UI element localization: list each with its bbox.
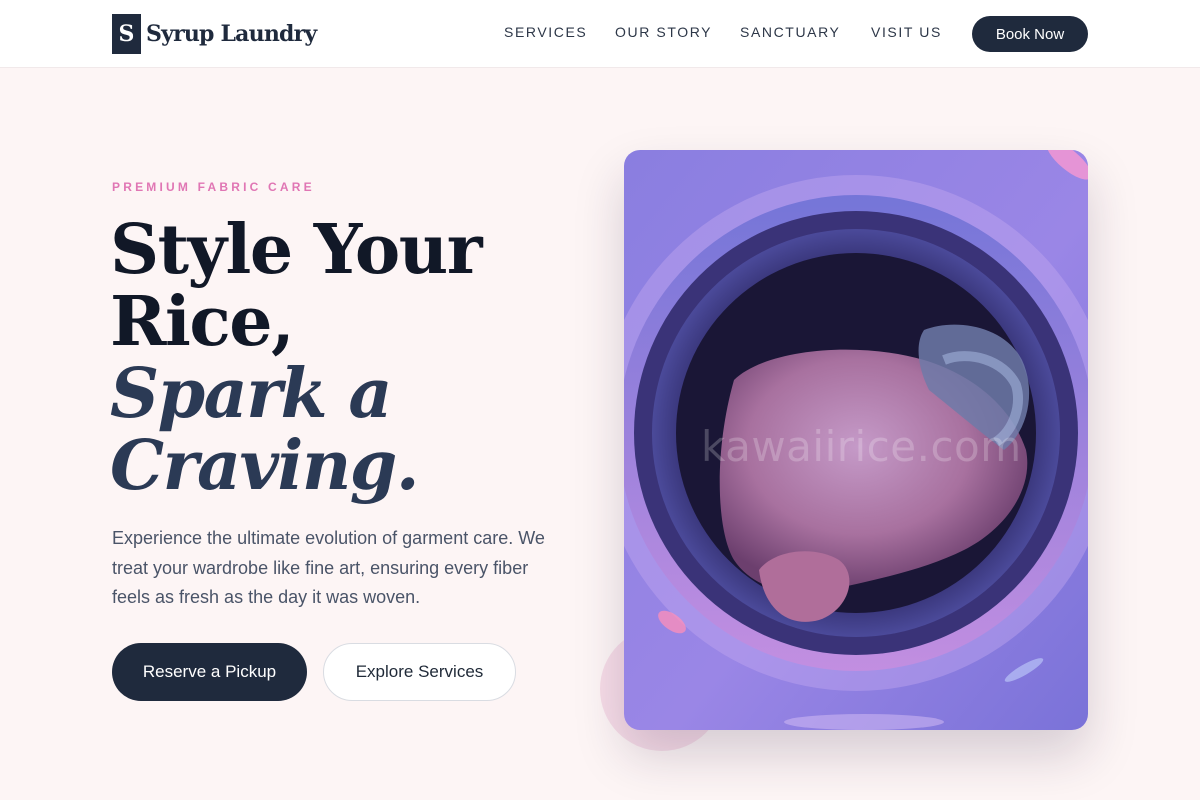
- nav-item-sanctuary[interactable]: SANCTUARY: [740, 24, 841, 40]
- headline-line-3: Spark a: [110, 354, 392, 434]
- nav-item-visit-us[interactable]: VISIT US: [871, 24, 942, 40]
- image-watermark: kawaiirice.com: [701, 422, 1022, 471]
- hero-headline: Style Your Rice, Spark a Craving.: [110, 214, 580, 502]
- site-header: S Syrup Laundry SERVICES OUR STORY SANCT…: [0, 0, 1200, 68]
- hero-image: kawaiirice.com: [624, 150, 1088, 730]
- nav-item-our-story[interactable]: OUR STORY: [615, 24, 712, 40]
- book-now-button[interactable]: Book Now: [972, 16, 1088, 52]
- headline-line-4: Craving.: [110, 426, 420, 506]
- hero-eyebrow: PREMIUM FABRIC CARE: [112, 180, 315, 194]
- reserve-pickup-button[interactable]: Reserve a Pickup: [112, 643, 307, 701]
- explore-services-button[interactable]: Explore Services: [323, 643, 516, 701]
- logo-mark-icon: S: [112, 14, 141, 54]
- hero-description: Experience the ultimate evolution of gar…: [112, 528, 545, 607]
- headline-line-1: Style Your: [110, 210, 483, 290]
- nav-item-services[interactable]: SERVICES: [504, 24, 587, 40]
- brand-name: Syrup Laundry: [146, 21, 317, 47]
- brand-logo[interactable]: S Syrup Laundry: [112, 14, 317, 54]
- headline-line-2: Rice,: [110, 282, 295, 362]
